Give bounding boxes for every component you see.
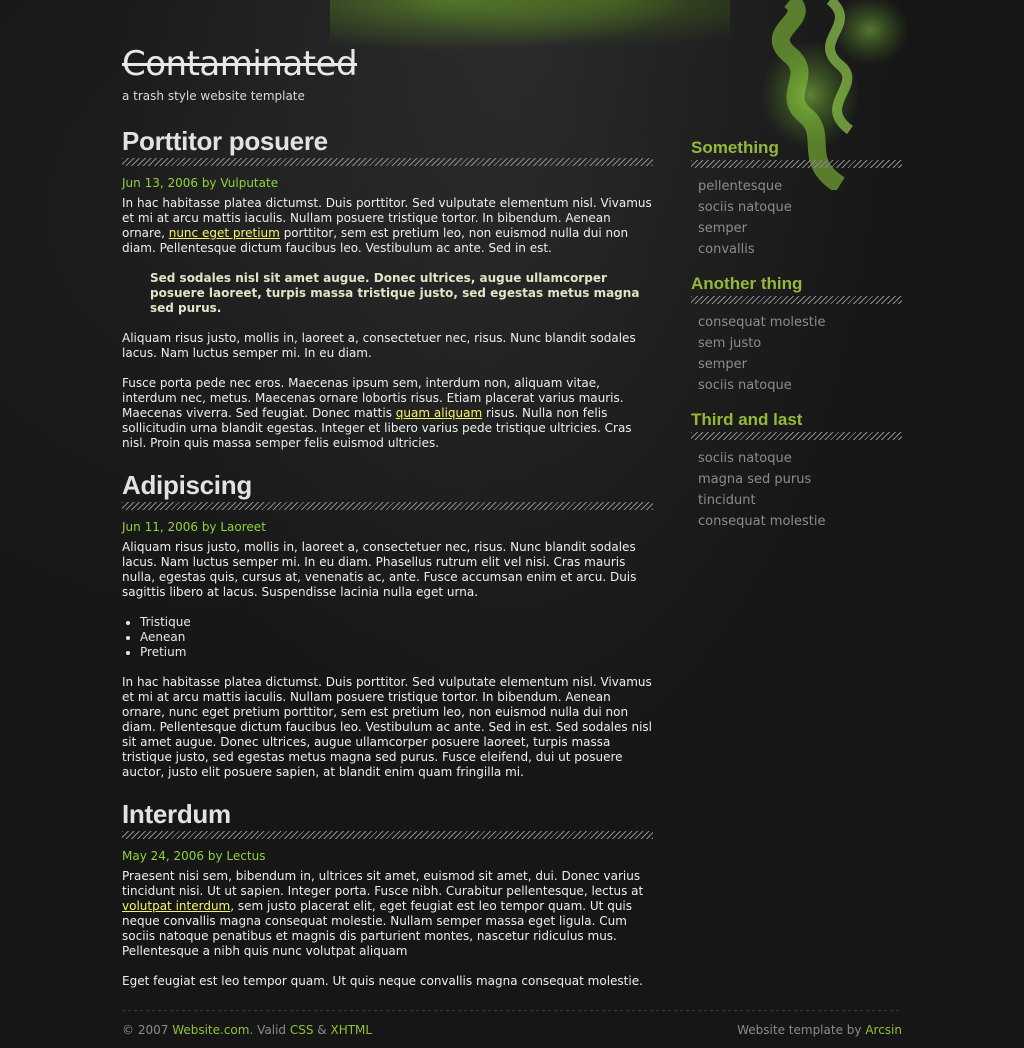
sidebar: Something pellentesque sociis natoque se… — [691, 138, 902, 546]
sidebar-link[interactable]: consequat molestie — [698, 514, 826, 529]
sidebar-item[interactable]: sociis natoque — [698, 448, 902, 469]
post-title[interactable]: Interdum — [122, 799, 653, 831]
sidebar-item[interactable]: pellentesque — [698, 176, 902, 197]
post-blockquote: Sed sodales nisl sit amet augue. Donec u… — [150, 271, 640, 315]
post: Interdum May 24, 2006 by Lectus Praesent… — [122, 799, 653, 989]
inline-link[interactable]: nunc eget pretium — [169, 226, 280, 240]
post: Adipiscing Jun 11, 2006 by Laoreet Aliqu… — [122, 470, 653, 780]
site-title[interactable]: Contaminated — [122, 44, 358, 84]
paragraph-text: Praesent nisi sem, bibendum in, ultrices… — [122, 869, 644, 898]
sidebar-link[interactable]: sociis natoque — [698, 200, 792, 215]
author-credit-link[interactable]: Arcsin — [865, 1023, 902, 1037]
post-paragraph: In hac habitasse platea dictumst. Duis p… — [122, 196, 653, 256]
sidebar-link[interactable]: semper — [698, 357, 747, 372]
post-author-link[interactable]: Lectus — [226, 849, 265, 863]
main-content: Porttitor posuere Jun 13, 2006 by Vulput… — [122, 126, 653, 1004]
hatch-divider — [691, 296, 902, 304]
post-author-link[interactable]: Vulputate — [220, 176, 278, 190]
hatch-divider — [122, 831, 653, 839]
sidebar-link[interactable]: convallis — [698, 242, 755, 257]
site-link[interactable]: Website.com — [172, 1023, 249, 1037]
list-item: Tristique — [140, 615, 653, 630]
hatch-divider — [691, 160, 902, 168]
post-paragraph: Fusce porta pede nec eros. Maecenas ipsu… — [122, 376, 653, 451]
sidebar-item[interactable]: convallis — [698, 239, 902, 260]
post-paragraph: Aliquam risus justo, mollis in, laoreet … — [122, 540, 637, 599]
post-date: Jun 11, 2006 by — [122, 520, 217, 534]
post-meta: May 24, 2006 by Lectus — [122, 849, 653, 863]
sidebar-link[interactable]: semper — [698, 221, 747, 236]
sidebar-heading: Another thing — [691, 274, 803, 293]
post-paragraph: Eget feugiat est leo tempor quam. Ut qui… — [122, 974, 643, 988]
sidebar-item[interactable]: magna sed purus — [698, 469, 902, 490]
post: Porttitor posuere Jun 13, 2006 by Vulput… — [122, 126, 653, 451]
sidebar-list: consequat molestie sem justo semper soci… — [691, 312, 902, 396]
post-paragraph: Praesent nisi sem, bibendum in, ultrices… — [122, 869, 653, 959]
post-author-link[interactable]: Laoreet — [220, 520, 266, 534]
post-paragraph: Aliquam risus justo, mollis in, laoreet … — [122, 331, 636, 360]
post-date: Jun 13, 2006 by — [122, 176, 217, 190]
list-item: Pretium — [140, 645, 653, 660]
hatch-divider — [122, 502, 653, 510]
footer-divider — [122, 1010, 902, 1011]
sidebar-item[interactable]: sem justo — [698, 333, 902, 354]
xhtml-validator-link[interactable]: XHTML — [330, 1023, 372, 1037]
post-paragraph: In hac habitasse platea dictumst. Duis p… — [122, 675, 652, 779]
sidebar-item[interactable]: tincidunt — [698, 490, 902, 511]
post-title[interactable]: Adipiscing — [122, 470, 653, 502]
copyright-text: © 2007 — [122, 1023, 169, 1037]
post-meta: Jun 13, 2006 by Vulputate — [122, 176, 653, 190]
sidebar-item[interactable]: semper — [698, 218, 902, 239]
sidebar-item[interactable]: consequat molestie — [698, 312, 902, 333]
sidebar-heading: Something — [691, 138, 779, 157]
sidebar-list: sociis natoque magna sed purus tincidunt… — [691, 448, 902, 532]
sidebar-link[interactable]: sem justo — [698, 336, 761, 351]
sidebar-item[interactable]: sociis natoque — [698, 197, 902, 218]
sidebar-item[interactable]: consequat molestie — [698, 511, 902, 532]
sidebar-link[interactable]: tincidunt — [698, 493, 756, 508]
post-meta: Jun 11, 2006 by Laoreet — [122, 520, 653, 534]
sidebar-link[interactable]: sociis natoque — [698, 451, 792, 466]
hatch-divider — [122, 158, 653, 166]
post-title[interactable]: Porttitor posuere — [122, 126, 653, 158]
sidebar-link[interactable]: magna sed purus — [698, 472, 811, 487]
post-date: May 24, 2006 by — [122, 849, 223, 863]
sidebar-item[interactable]: semper — [698, 354, 902, 375]
credit-text: Website template by — [737, 1023, 862, 1037]
site-tagline: a trash style website template — [122, 89, 305, 103]
post-list: Tristique Aenean Pretium — [122, 615, 653, 660]
sidebar-list: pellentesque sociis natoque semper conva… — [691, 176, 902, 260]
green-drip-decoration — [330, 0, 730, 60]
sidebar-link[interactable]: consequat molestie — [698, 315, 826, 330]
sidebar-heading: Third and last — [691, 410, 803, 429]
hatch-divider — [691, 432, 902, 440]
sidebar-link[interactable]: pellentesque — [698, 179, 782, 194]
inline-link[interactable]: quam aliquam — [396, 406, 482, 420]
footer-credit: Website template by Arcsin — [737, 1023, 902, 1037]
list-item: Aenean — [140, 630, 653, 645]
sidebar-link[interactable]: sociis natoque — [698, 378, 792, 393]
inline-link[interactable]: volutpat interdum — [122, 899, 230, 913]
footer-copyright: © 2007 Website.com. Valid CSS & XHTML — [122, 1023, 372, 1037]
css-validator-link[interactable]: CSS — [290, 1023, 314, 1037]
valid-text: . Valid — [249, 1023, 287, 1037]
sidebar-item[interactable]: sociis natoque — [698, 375, 902, 396]
ampersand-text: & — [317, 1023, 327, 1037]
